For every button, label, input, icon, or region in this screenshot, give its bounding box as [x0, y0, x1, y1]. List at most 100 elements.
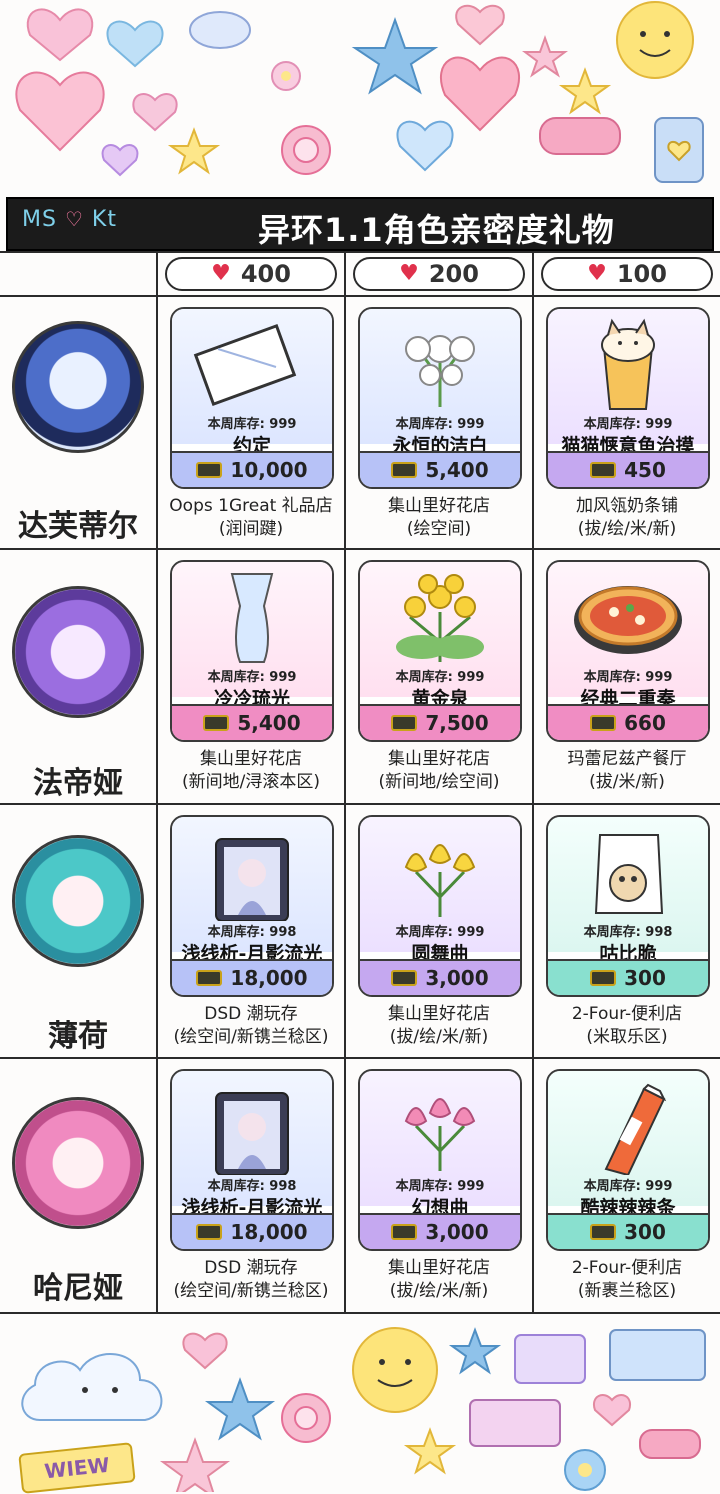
- weekly-stock: 本周库存: 998: [207, 1179, 297, 1194]
- flower-icon: [564, 1449, 606, 1491]
- heart-icon: [592, 1394, 632, 1427]
- character-row-fadia: 法帝娅: [0, 550, 156, 803]
- flower-center: [578, 1463, 592, 1477]
- cloud-eye: [82, 1387, 88, 1393]
- character-name: 法帝娅: [33, 766, 123, 801]
- smiley-bubble-icon: [352, 1327, 438, 1413]
- pink-tulip-icon: [404, 1098, 476, 1171]
- gift-card[interactable]: 本周库存: 999 约定 10,000: [170, 307, 334, 489]
- heart-icon: ♥: [399, 261, 419, 286]
- avatar: [12, 835, 144, 967]
- shop-name: 集山里好花店: [388, 1258, 490, 1278]
- ticket-icon: [590, 715, 617, 731]
- gift-card[interactable]: 本周库存: 999 猫猫惬意鱼治摸 450: [546, 307, 710, 489]
- price-bar: 300: [548, 1213, 708, 1249]
- weekly-stock: 本周库存: 999: [395, 417, 485, 432]
- shop-area: (新裹兰稔区): [577, 1281, 677, 1301]
- ticket-icon: [196, 1224, 223, 1240]
- price-bar: 7,500: [360, 704, 520, 740]
- candy-wrapper-icon: [539, 117, 621, 155]
- gift-table: ♥ 400 ♥ 200 ♥ 100 达芙蒂尔 本周库存: 999 约定 10,0…: [0, 251, 720, 1314]
- heart-icon: [396, 120, 454, 172]
- character-name: 哈尼娅: [33, 1271, 123, 1306]
- swirl-icon: [281, 1393, 331, 1443]
- gift-card[interactable]: 本周库存: 999 酷辣辣辣条 300: [546, 1069, 710, 1251]
- smiley-eye: [664, 31, 670, 37]
- price-bar: 3,000: [360, 1213, 520, 1249]
- gift-price: 3,000: [425, 1220, 489, 1244]
- star-icon: [159, 1437, 231, 1492]
- shop-name: 集山里好花店: [388, 749, 490, 769]
- card-icon: [514, 1334, 586, 1384]
- heart-icon: [182, 1332, 228, 1370]
- gift-price: 660: [624, 711, 666, 735]
- shop-name: Oops 1Great 礼品店: [169, 496, 333, 516]
- smiley-eye: [640, 31, 646, 37]
- price-bar: 450: [548, 451, 708, 487]
- shop-area: (新间地/浔滚本区): [182, 772, 320, 792]
- heart-icon: [132, 93, 178, 132]
- lily-flower-icon: [405, 335, 475, 407]
- cost-value: 200: [428, 260, 479, 288]
- page-title: 异环1.1角色亲密度礼物: [258, 211, 615, 249]
- cost-value: 400: [240, 260, 291, 288]
- shop-name: 玛蕾尼兹产餐厅: [567, 749, 687, 769]
- gift-card[interactable]: 本周库存: 998 浅线析-月影流光 18,000: [170, 815, 334, 997]
- swirl-inner: [294, 1406, 318, 1430]
- heart-icon: [26, 8, 94, 62]
- avatar: [12, 586, 144, 718]
- candy-icon: [189, 11, 251, 49]
- logo: MS ♡ Kt: [22, 207, 117, 232]
- price-bar: 5,400: [172, 704, 332, 740]
- shop-area: (拔/绘/米/新): [389, 1281, 489, 1301]
- gift-card[interactable]: 本周库存: 999 经典二重奏 660: [546, 560, 710, 742]
- weekly-stock: 本周库存: 999: [395, 1179, 485, 1194]
- smiley-sun-icon: [616, 1, 694, 79]
- ticket-icon: [196, 970, 223, 986]
- shop-name: 集山里好花店: [200, 749, 302, 769]
- ticket-icon: [590, 970, 617, 986]
- gift-price: 7,500: [425, 711, 489, 735]
- heart-icon: [455, 4, 505, 46]
- smiley-mouth: [639, 49, 671, 57]
- gift-card[interactable]: 本周库存: 999 黄金泉 7,500: [358, 560, 522, 742]
- shop-info: 集山里好花店 (新间地/浔滚本区): [158, 748, 344, 794]
- logo-text: MS: [22, 207, 57, 232]
- shop-info: 2-Four-便利店 (新裹兰稔区): [534, 1257, 720, 1303]
- weekly-stock: 本周库存: 999: [583, 670, 673, 685]
- price-bar: 18,000: [172, 1213, 332, 1249]
- shop-area: (拔/米/新): [589, 772, 665, 792]
- gift-price: 5,400: [425, 458, 489, 482]
- heart-icon: ♥: [211, 261, 231, 286]
- weekly-stock: 本周库存: 998: [583, 925, 673, 940]
- shop-area: (米取乐区): [586, 1027, 668, 1047]
- snack-bag-icon: [594, 834, 664, 914]
- character-row-bohe: 薄荷: [0, 805, 156, 1057]
- ticket-icon: [196, 462, 223, 478]
- gift-card[interactable]: 本周库存: 998 咕比脆 300: [546, 815, 710, 997]
- yellow-flowers-icon: [396, 574, 484, 662]
- smiley-mouth: [377, 1379, 413, 1387]
- ticket-icon: [391, 715, 418, 731]
- shop-name: 2-Four-便利店: [571, 1004, 683, 1024]
- gift-price: 18,000: [230, 1220, 308, 1244]
- gift-card[interactable]: 本周库存: 999 幻想曲 3,000: [358, 1069, 522, 1251]
- shop-name: 2-Four-便利店: [571, 1258, 683, 1278]
- shop-area: (绘空间/新镌兰稔区): [173, 1281, 329, 1301]
- weekly-stock: 本周库存: 999: [395, 925, 485, 940]
- shop-area: (润间踺): [218, 519, 284, 539]
- star-icon: [403, 1427, 457, 1475]
- gift-card[interactable]: 本周库存: 999 永恒的洁白 5,400: [358, 307, 522, 489]
- tulip-bouquet-icon: [404, 844, 476, 917]
- gift-card[interactable]: 本周库存: 999 圆舞曲 3,000: [358, 815, 522, 997]
- gift-card[interactable]: 本周库存: 998 浅线析-月影流光 18,000: [170, 1069, 334, 1251]
- shop-info: 加风瓴奶条铺 (拔/绘/米/新): [534, 495, 720, 541]
- price-bar: 5,400: [360, 451, 520, 487]
- shop-area: (新间地/绘空间): [378, 772, 500, 792]
- gift-card[interactable]: 本周库存: 999 冷冷琉光 5,400: [170, 560, 334, 742]
- bottom-sticker: WIEW: [18, 1442, 136, 1494]
- shop-name: 集山里好花店: [388, 496, 490, 516]
- shop-name: 加风瓴奶条铺: [576, 496, 678, 516]
- intimacy-cost-400: ♥ 400: [165, 257, 337, 291]
- ticket-icon: [391, 970, 418, 986]
